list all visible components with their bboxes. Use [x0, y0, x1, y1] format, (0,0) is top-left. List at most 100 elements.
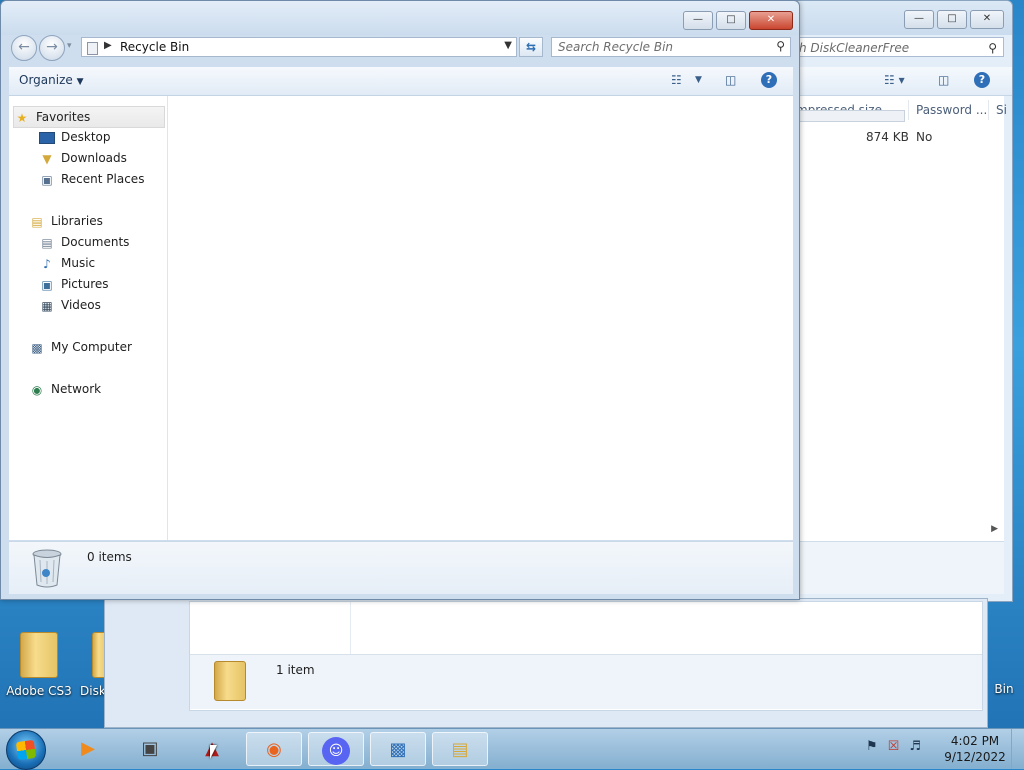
back-window[interactable]: — □ ✕ h DiskCleanerFree ⚲ ☷ ▾ ◫ ? mpress…: [789, 0, 1013, 602]
folder-icon: [92, 632, 104, 678]
clock-date: 9/12/2022: [944, 750, 1006, 764]
taskbar-app-window[interactable]: ▣: [122, 732, 178, 766]
search-icon[interactable]: ⚲: [776, 39, 785, 53]
address-bar[interactable]: ▶ Recycle Bin ▼: [81, 37, 517, 57]
nav-label: Desktop: [61, 130, 111, 144]
recycle-bin-small-icon: [87, 42, 98, 55]
nav-label: Pictures: [61, 277, 109, 291]
column-header-size[interactable]: Si: [990, 100, 1010, 120]
desktop-icon-recycle-bin[interactable]: Bin: [986, 632, 1022, 696]
back-status-bar: [790, 541, 1004, 594]
refresh-button[interactable]: ⇆: [519, 37, 543, 57]
nav-label: Network: [51, 382, 102, 396]
command-bar: Organize ▼ ☷ ▼ ◫ ?: [9, 67, 793, 96]
nav-item-desktop[interactable]: Desktop: [39, 127, 111, 147]
view-options-icon[interactable]: ☷ ▾: [884, 72, 905, 88]
desktop-icon-disk[interactable]: Disk: [70, 632, 104, 698]
back-minimize-button[interactable]: —: [904, 10, 934, 29]
address-text[interactable]: Recycle Bin: [120, 40, 189, 54]
network-status-icon[interactable]: ☒: [888, 739, 900, 754]
organize-button[interactable]: Organize ▼: [19, 73, 84, 87]
mouse-cursor: [210, 745, 217, 759]
folder-icon: [20, 632, 58, 678]
nav-item-downloads[interactable]: ▼ Downloads: [39, 148, 127, 168]
preview-pane-icon[interactable]: ◫: [938, 72, 949, 88]
taskbar-file-explorer[interactable]: ▤: [432, 732, 488, 766]
folder-icon: [214, 661, 246, 701]
nav-item-videos[interactable]: ▦ Videos: [39, 295, 101, 315]
nav-label: Music: [61, 256, 96, 270]
recycle-bin-titlebar[interactable]: — □ ✕: [1, 1, 799, 35]
minimize-button[interactable]: —: [683, 11, 713, 30]
nav-label: Favorites: [36, 110, 91, 124]
search-box[interactable]: ⚲: [551, 37, 791, 57]
desktop-icon-label: Adobe CS3: [6, 684, 72, 698]
nav-item-documents[interactable]: ▤ Documents: [39, 232, 129, 252]
nav-item-favorites[interactable]: ★ Favorites: [13, 106, 165, 128]
organize-label: Organize: [19, 73, 73, 87]
nav-label: My Computer: [51, 340, 132, 354]
back-file-list: mpressed size Password ... Si 874 KB No …: [790, 96, 1007, 541]
cell-password: No: [916, 130, 933, 144]
nav-item-recent-places[interactable]: ▣ Recent Places: [39, 169, 144, 189]
search-input[interactable]: [552, 38, 768, 56]
pictures-icon: ▣: [41, 277, 53, 292]
nav-item-pictures[interactable]: ▣ Pictures: [39, 274, 109, 294]
action-center-icon[interactable]: ⚑: [866, 739, 878, 754]
back-command-bar: ☷ ▾ ◫ ?: [790, 67, 1012, 96]
app-window-icon: ▣: [141, 738, 159, 759]
back-maximize-button[interactable]: □: [937, 10, 967, 29]
help-icon[interactable]: ?: [761, 72, 777, 88]
taskbar-firefox[interactable]: ◉: [246, 732, 302, 766]
item-count: 0 items: [87, 550, 132, 564]
back-search-input[interactable]: h DiskCleanerFree ⚲: [790, 37, 1004, 57]
back-close-button[interactable]: ✕: [970, 10, 1004, 29]
recycle-bin-window[interactable]: — □ ✕ ← → ▾ ▶ Recycle Bin ▼ ⇆ ⚲ Organize…: [0, 0, 800, 600]
back-window-titlebar[interactable]: — □ ✕: [790, 1, 1012, 35]
taskbar-control-panel[interactable]: ▩: [370, 732, 426, 766]
nav-item-libraries[interactable]: ▤ Libraries: [29, 211, 103, 231]
music-note-icon: ♪: [43, 256, 51, 271]
maximize-button[interactable]: □: [716, 11, 746, 30]
star-icon: ★: [16, 110, 28, 125]
firefox-icon: ◉: [266, 739, 282, 760]
volume-icon[interactable]: ♬: [909, 739, 921, 754]
help-icon[interactable]: ?: [974, 72, 990, 88]
breadcrumb-chevron-icon[interactable]: ▶: [104, 40, 112, 51]
documents-icon: ▤: [41, 235, 53, 250]
windows-logo-icon: [15, 739, 37, 761]
nav-item-network[interactable]: ◉ Network: [29, 379, 101, 399]
control-panel-icon: ▩: [389, 739, 407, 760]
file-list-area[interactable]: [168, 96, 793, 540]
chevron-down-icon: ▼: [76, 77, 84, 87]
column-header-password[interactable]: Password ...: [910, 100, 989, 120]
search-icon[interactable]: ⚲: [988, 38, 997, 56]
start-button[interactable]: [6, 730, 46, 770]
desktop-icon-adobe-cs3[interactable]: Adobe CS3: [4, 632, 74, 698]
preview-pane-icon[interactable]: ◫: [725, 72, 736, 88]
clock-time: 4:02 PM: [950, 734, 1000, 748]
view-dropdown-icon[interactable]: ▼: [695, 72, 702, 88]
clock[interactable]: 4:02 PM 9/12/2022: [940, 733, 1010, 765]
close-button[interactable]: ✕: [749, 11, 793, 30]
back-button[interactable]: ←: [11, 35, 37, 61]
address-dropdown-icon[interactable]: ▼: [504, 40, 512, 51]
nav-item-music[interactable]: ♪ Music: [39, 253, 95, 273]
desktop-folder-window[interactable]: 1 item: [104, 598, 988, 728]
history-dropdown-icon[interactable]: ▾: [67, 41, 72, 51]
show-desktop-button[interactable]: [1011, 729, 1024, 769]
recent-places-icon: ▣: [41, 172, 53, 187]
change-view-icon[interactable]: ☷: [671, 72, 682, 88]
navigation-pane: ★ Favorites Desktop ▼ Downloads ▣ Recent Pl…: [9, 96, 168, 540]
desktop-folder-nav-pane: [190, 602, 351, 654]
nav-label: Libraries: [51, 214, 103, 228]
taskbar-media-player[interactable]: ▶: [60, 732, 116, 766]
scroll-right-arrow-icon[interactable]: ▶: [991, 524, 998, 534]
nav-item-my-computer[interactable]: ▩ My Computer: [29, 337, 132, 357]
libraries-icon: ▤: [31, 214, 43, 229]
media-player-icon: ▶: [81, 738, 95, 759]
taskbar: ▶ ▣ ▲ ◉ ☺ ▩ ▤ ⚑ ☒ ♬ 4:02 PM 9/12/2022: [0, 728, 1024, 770]
taskbar-discord[interactable]: ☺: [308, 732, 364, 766]
forward-button[interactable]: →: [39, 35, 65, 61]
network-icon: ◉: [31, 382, 43, 397]
